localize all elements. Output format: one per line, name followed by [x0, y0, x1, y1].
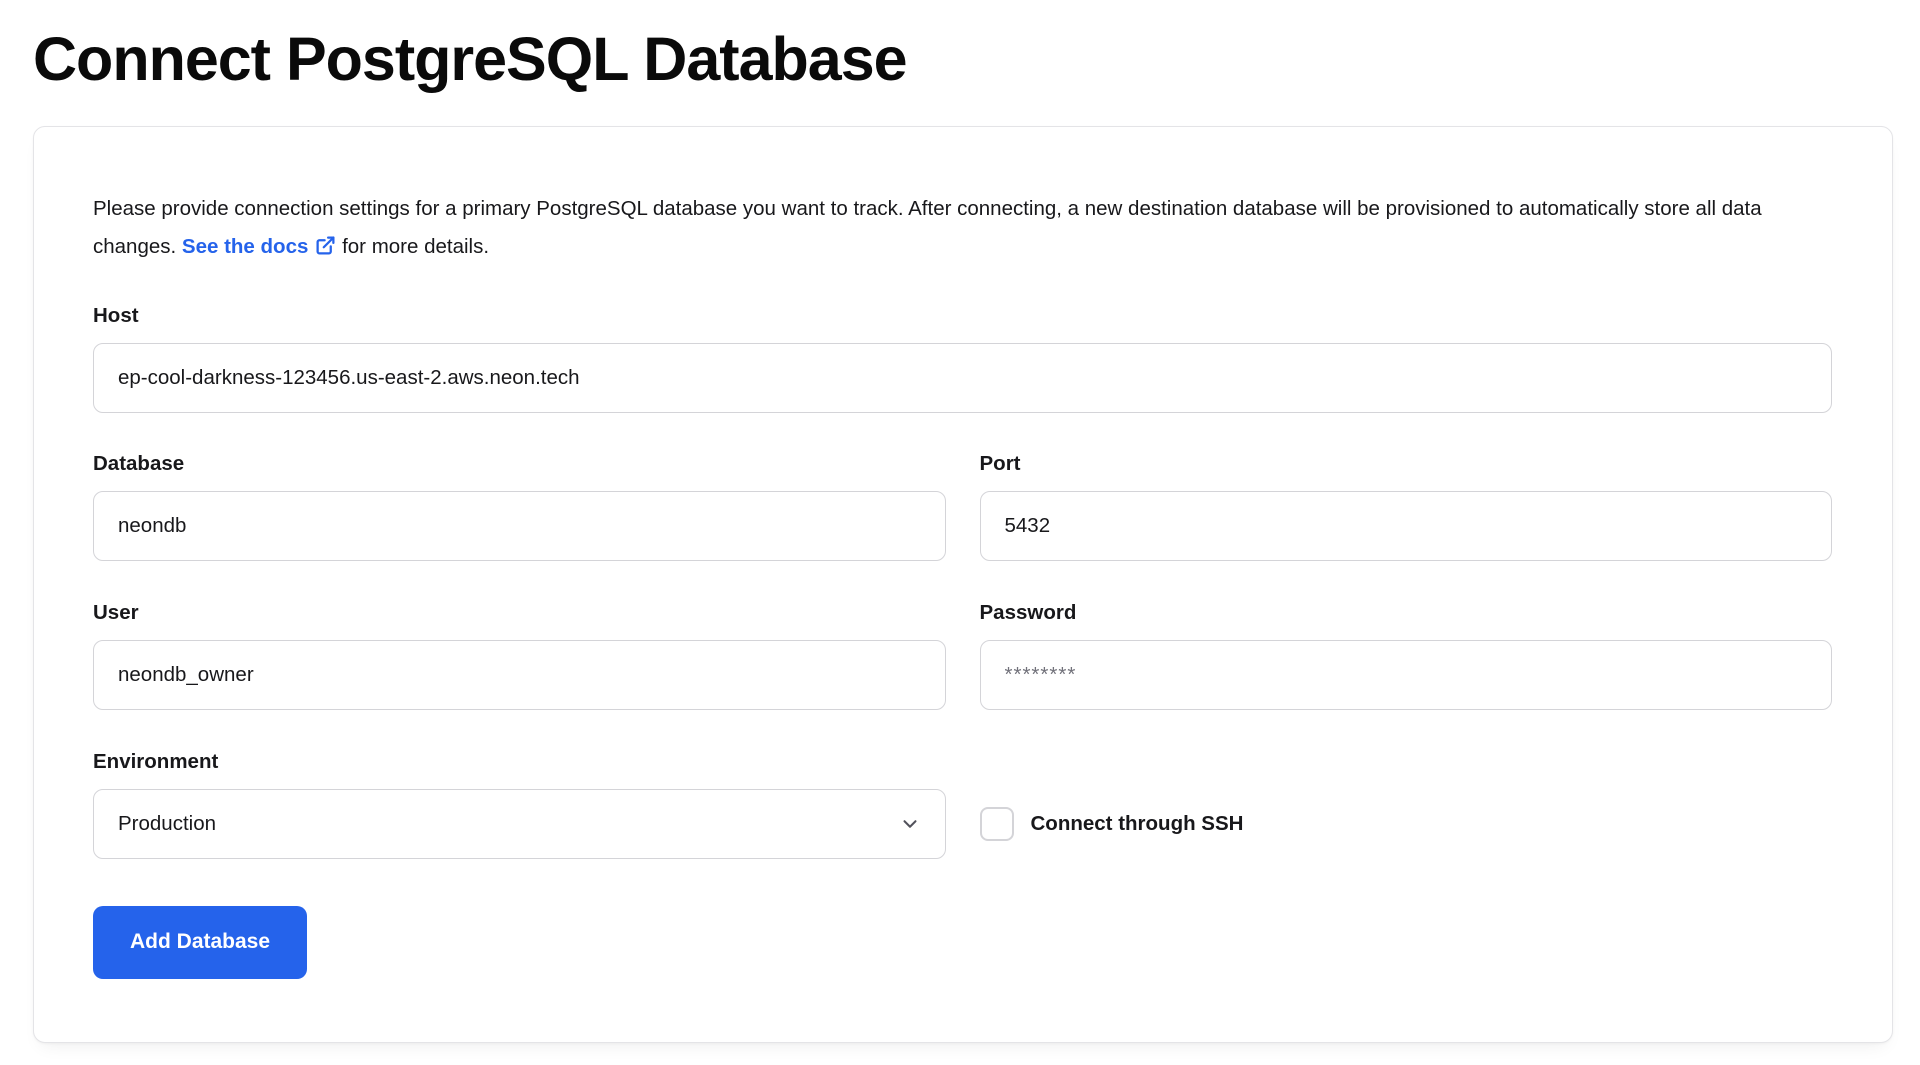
database-field: Database [93, 450, 946, 561]
password-field: Password [980, 599, 1833, 710]
see-the-docs-link-text: See the docs [182, 235, 308, 258]
description-after-link: for more details. [336, 235, 489, 258]
ssh-checkbox-label: Connect through SSH [1031, 812, 1244, 836]
connection-form-card: Please provide connection settings for a… [33, 126, 1893, 1043]
port-input[interactable] [980, 491, 1833, 561]
external-link-icon [315, 235, 336, 256]
password-label: Password [980, 599, 1833, 627]
host-input[interactable] [93, 343, 1832, 413]
port-field: Port [980, 450, 1833, 561]
see-the-docs-link[interactable]: See the docs [182, 235, 336, 258]
environment-label: Environment [93, 748, 946, 776]
fields-grid: Database Port User Password Environment … [93, 450, 1832, 859]
port-label: Port [980, 450, 1833, 478]
user-label: User [93, 599, 946, 627]
ssh-checkbox[interactable] [980, 807, 1014, 841]
add-database-button[interactable]: Add Database [93, 906, 307, 979]
environment-selected-value: Production [118, 812, 216, 836]
password-input[interactable] [980, 640, 1833, 710]
user-field: User [93, 599, 946, 710]
environment-select[interactable]: Production [93, 789, 946, 859]
ssh-option: Connect through SSH [980, 789, 1833, 859]
page-title: Connect PostgreSQL Database [33, 24, 1893, 96]
user-input[interactable] [93, 640, 946, 710]
host-label: Host [93, 302, 1832, 330]
database-label: Database [93, 450, 946, 478]
description-text: Please provide connection settings for a… [93, 190, 1832, 266]
environment-field: Environment Production [93, 748, 946, 859]
chevron-down-icon [899, 813, 921, 835]
database-input[interactable] [93, 491, 946, 561]
page: Connect PostgreSQL Database Please provi… [0, 0, 1920, 1043]
host-field: Host [93, 302, 1832, 413]
